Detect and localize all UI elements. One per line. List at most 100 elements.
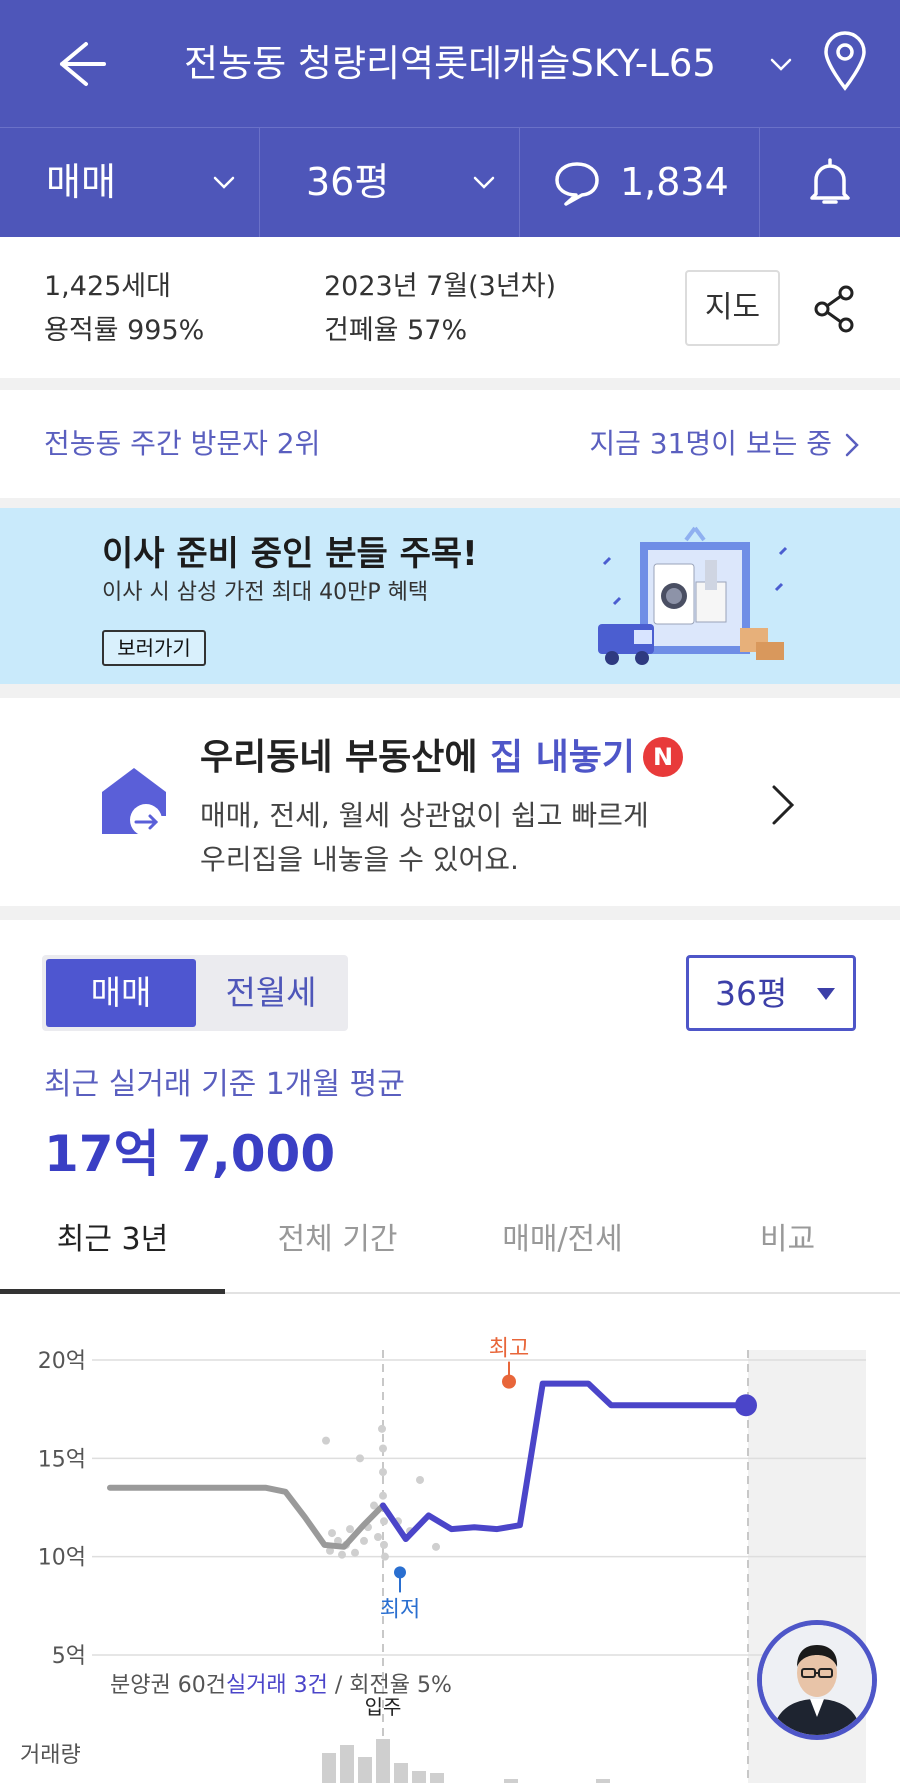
share-icon[interactable] [810,283,858,335]
deal-type-segment: 매매 전월세 [42,955,348,1031]
trade-dot [380,1517,388,1526]
trade-dot [381,1552,389,1561]
high-label: 최고 [489,1337,529,1362]
trade-dot [360,1536,368,1545]
bell-icon [810,158,850,204]
chevron-down-icon [473,176,495,189]
ad-banner[interactable]: 이사 준비 중인 분들 주목! 이사 시 삼성 가전 최대 40만P 혜택 보러… [0,508,900,684]
avg-price-label: 최근 실거래 기준 1개월 평균 [44,1067,405,1102]
banner-headline: 이사 준비 중인 분들 주목! [102,534,478,574]
trade-dot [328,1529,336,1538]
presale-count: 분양권 60건 [110,1673,226,1698]
segment-rent[interactable]: 전월세 [196,959,346,1027]
volume-bar [340,1745,354,1783]
trade-dot [351,1548,359,1557]
visitor-rank: 전농동 주간 방문자 2위 [44,427,321,460]
banner-subline: 이사 시 삼성 가전 최대 40만P 혜택 [102,580,429,605]
volume-bar [376,1739,390,1783]
volume-bar [504,1779,518,1783]
volume-bar [412,1771,426,1783]
y-tick-label: 10억 [38,1546,86,1571]
app-header: 전농동 청량리역롯데캐슬SKY-L65 [0,0,900,127]
tab-sale-vs-jeonse[interactable]: 매매/전세 [450,1210,675,1294]
visitor-row[interactable]: 전농동 주간 방문자 2위 지금 31명이 보는 중 [0,390,900,498]
trade-dot [338,1550,346,1559]
size-label: 36평 [306,160,390,204]
trade-dot [346,1525,354,1534]
trade-dot [432,1542,440,1551]
promo-title-prefix: 우리동네 부동산에 [200,737,491,778]
chevron-right-icon [772,785,795,825]
complex-summary: 1,425세대 용적률 995% 2023년 7월(3년차) 건폐율 57% 지… [0,237,900,378]
households: 1,425세대 [44,271,171,302]
page-title[interactable]: 전농동 청량리역롯데캐슬SKY-L65 [150,38,750,90]
divider [0,378,900,390]
divider [0,498,900,508]
trade-dot [374,1533,382,1541]
volume-bar [358,1757,372,1783]
trade-dot [356,1454,364,1463]
tab-all-period[interactable]: 전체 기간 [225,1210,450,1294]
promo-desc-line2: 우리집을 내놓을 수 있어요. [200,843,519,876]
notification-button[interactable] [760,128,900,237]
y-tick-label: 20억 [38,1349,86,1374]
size-filter[interactable]: 36평 [260,128,520,237]
arrow-left-icon[interactable] [48,36,108,92]
house-upload-icon [102,768,166,836]
deal-type-filter[interactable]: 매매 [0,128,260,237]
low-label: 최저 [380,1597,420,1622]
volume-bar [322,1753,336,1783]
price-chart[interactable]: 20억15억10억5억최고최저분양권 60건실거래 3건 / 회전율 5%입주거… [0,1310,900,1783]
avg-price-value: 17억 7,000 [44,1125,336,1183]
built-date: 2023년 7월(3년차) [324,271,557,302]
chat-bubble-icon [555,162,599,206]
chevron-right-icon [845,433,859,457]
divider [0,684,900,698]
coverage-ratio: 건폐율 57% [324,315,468,346]
promo-title-highlight: 집 내놓기 [490,737,636,778]
caret-down-icon [817,988,835,1000]
trade-dot [380,1540,388,1549]
divider [0,906,900,920]
map-pin-icon[interactable] [822,30,868,92]
size-select[interactable]: 36평 [686,955,856,1031]
volume-bar [596,1779,610,1783]
y-tick-label: 5억 [52,1644,86,1669]
volume-label: 거래량 [20,1743,81,1768]
list-home-promo[interactable]: 우리동네 부동산에 집 내놓기 N 매매, 전세, 월세 상관없이 쉽고 빠르게 … [0,698,900,906]
agent-avatar[interactable] [757,1620,877,1740]
trade-dot [322,1436,330,1445]
trade-dot [416,1475,424,1484]
tab-recent-3y[interactable]: 최근 3년 [0,1210,225,1294]
chevron-down-icon[interactable] [766,50,796,80]
chevron-down-icon [213,176,235,189]
current-viewers: 지금 31명이 보는 중 [589,427,832,460]
segment-sale[interactable]: 매매 [46,959,196,1027]
comment-count: 1,834 [620,160,729,204]
promo-title: 우리동네 부동산에 집 내놓기 N [200,733,684,783]
trade-count: 실거래 3건 [226,1673,328,1698]
tab-compare[interactable]: 비교 [675,1210,900,1294]
comments-button[interactable]: 1,834 [520,128,760,237]
presale-series-line [107,1484,386,1550]
filter-bar: 매매 36평 1,834 [0,127,900,237]
trade-dot [379,1444,387,1453]
size-select-value: 36평 [715,974,788,1013]
trade-dot [379,1468,387,1477]
period-tabs: 최근 3년 전체 기간 매매/전세 비교 [0,1210,900,1294]
movein-label: 입주 [365,1695,402,1719]
high-marker [502,1374,516,1389]
volume-bar [394,1763,408,1783]
volume-bar [430,1773,444,1783]
trade-dot [378,1424,386,1433]
trade-dot [379,1491,387,1500]
promo-desc-line1: 매매, 전세, 월세 상관없이 쉽고 빠르게 [200,799,649,832]
current-price-point [735,1394,757,1417]
floor-area-ratio: 용적률 995% [44,315,205,346]
price-series-line [380,1380,751,1542]
y-tick-label: 15억 [38,1447,86,1472]
map-button[interactable]: 지도 [685,270,780,346]
person-photo [762,1625,872,1735]
banner-button[interactable]: 보러가기 [102,630,206,666]
new-badge: N [643,737,684,777]
